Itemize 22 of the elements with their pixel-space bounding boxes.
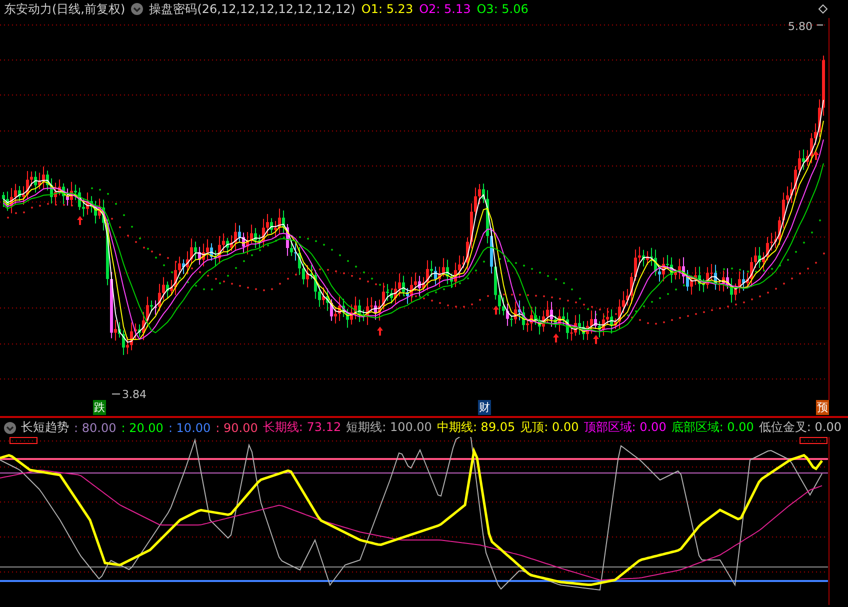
indicator-title: 操盘密码(26,12,12,12,12,12,12,12): [149, 0, 356, 18]
signal-badge: 跌: [93, 400, 106, 415]
indicator-value: 见顶: 0.00: [520, 419, 579, 436]
indicator-value: O2: 5.13: [419, 2, 471, 16]
indicator-value: 短期线: 100.00: [346, 419, 432, 436]
indicator-value: : 10.00: [168, 420, 211, 434]
indicator-value: 底部区域: 0.00: [671, 419, 754, 436]
indicator-value: O3: 5.06: [476, 2, 528, 16]
indicator-value: : 20.00: [121, 420, 164, 434]
indicator-title: 长短趋势: [21, 419, 69, 436]
indicator-value: : 80.00: [74, 420, 116, 434]
indicator-value: 顶部区域: 0.00: [584, 419, 666, 436]
indicator-value: 低位金叉: 0.00: [758, 419, 842, 436]
low-price-label: 3.84: [122, 388, 146, 400]
stock-title: 东安动力(日线,前复权): [4, 0, 126, 18]
indicator-value: : 90.00: [216, 420, 258, 434]
signal-badge: 财: [478, 400, 491, 415]
high-price-label: 5.80: [788, 20, 812, 33]
indicator-value: 中期线: 89.05: [436, 419, 516, 436]
indicator-value: 长期线: 73.12: [262, 419, 342, 436]
indicator-value: O1: 5.23: [361, 2, 414, 16]
signal-badge: 预: [816, 400, 829, 415]
